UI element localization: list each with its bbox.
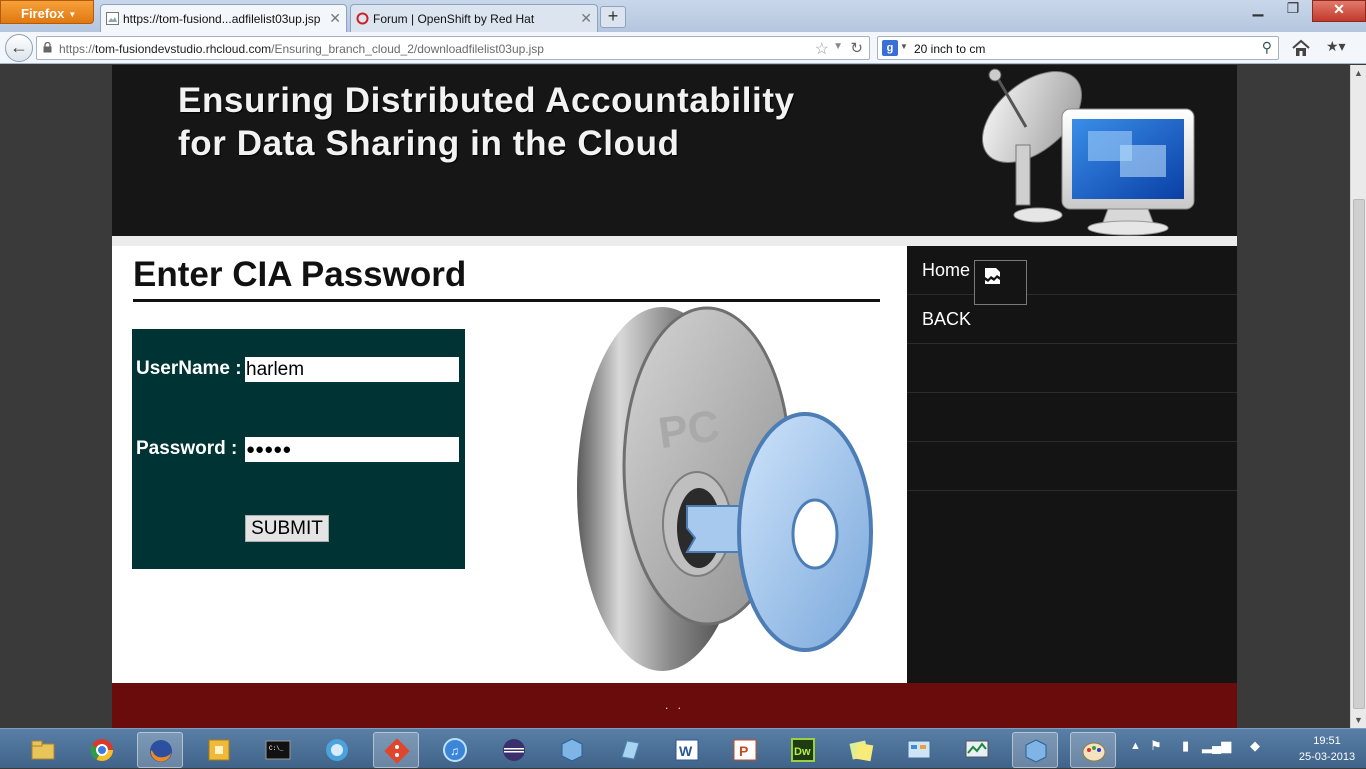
sidebar-item-back[interactable]: BACK	[907, 295, 1237, 344]
task-manager-icon[interactable]	[954, 732, 1000, 768]
dropbox-icon[interactable]: ◆	[1250, 738, 1260, 754]
sidebar-menu: Home BACK	[907, 246, 1237, 683]
paint-icon[interactable]	[1070, 732, 1116, 768]
virtualbox-running-icon[interactable]	[1012, 732, 1058, 768]
password-field[interactable]: ●●●●●	[245, 437, 459, 462]
firefox-menu-label: Firefox	[21, 6, 65, 21]
browser-titlebar: Firefox ▼ https://tom-fusiond...adfilelis…	[0, 0, 1366, 32]
openshift-icon	[356, 12, 369, 25]
chrome-icon[interactable]	[79, 732, 125, 768]
search-bar[interactable]: g ▼ 20 inch to cm ⚲	[877, 36, 1279, 60]
tab-forum[interactable]: Forum | OpenShift by Red Hat ✕	[350, 4, 598, 32]
url-bar[interactable]: https://tom-fusiondevstudio.rhcloud.com/…	[36, 36, 870, 60]
back-button[interactable]: ←	[5, 34, 33, 62]
broken-image-icon	[974, 260, 1027, 305]
vertical-scrollbar[interactable]: ▲ ▼	[1350, 65, 1366, 728]
bookmarks-menu-button[interactable]: ★▾	[1326, 38, 1360, 58]
site-header: Ensuring Distributed Accountability for …	[112, 65, 1237, 236]
navigation-bar: ← https://tom-fusiondevstudio.rhcloud.co…	[0, 32, 1366, 64]
bookmark-star-icon[interactable]: ☆	[815, 39, 829, 59]
maximize-button[interactable]: ❐	[1276, 0, 1310, 22]
username-field[interactable]: harlem	[245, 357, 459, 382]
git-icon[interactable]	[373, 732, 419, 768]
sidebar-item-home[interactable]: Home	[907, 246, 1237, 295]
command-prompt-icon[interactable]: C:\_	[255, 732, 301, 768]
tab-current[interactable]: https://tom-fusiond...adfilelist03up.jsp…	[100, 4, 347, 32]
word-icon[interactable]: W	[664, 732, 710, 768]
sidebar-item-empty[interactable]	[907, 344, 1237, 393]
system-tray: ▲ ⚑ ▮ ▂▄▆ ♪ ◆ 19:51 25-03-2013	[1126, 729, 1366, 769]
site-footer: . .	[112, 683, 1237, 728]
chat-app-icon[interactable]	[314, 732, 360, 768]
volume-icon[interactable]: ♪	[1226, 738, 1233, 753]
search-icon[interactable]: ⚲	[1262, 39, 1272, 56]
page-favicon-icon	[106, 12, 119, 25]
action-center-icon[interactable]: ⚑	[1150, 738, 1162, 754]
powerpoint-icon[interactable]: P	[722, 732, 768, 768]
url-scheme: https://	[59, 42, 96, 56]
main-content: Enter CIA Password UserName : harlem Pas…	[112, 246, 907, 683]
google-icon: g	[882, 40, 898, 56]
eclipse-icon[interactable]	[491, 732, 537, 768]
url-host: tom-fusiondevstudio.rhcloud.com	[95, 42, 272, 56]
clock-date[interactable]: 25-03-2013	[1294, 751, 1360, 763]
battery-icon[interactable]: ▮	[1182, 738, 1189, 754]
itunes-icon[interactable]: ♫	[432, 732, 478, 768]
window-close-button[interactable]: ✕	[1312, 0, 1366, 22]
svg-text:♫: ♫	[450, 744, 459, 758]
scroll-up-icon[interactable]: ▲	[1354, 68, 1363, 78]
lock-icon	[43, 42, 52, 53]
windows-taskbar: C:\_ ♫ W P Dw ▲ ⚑ ▮ ▂▄▆ ♪ ◆ 19:51 25-03-…	[0, 728, 1366, 768]
new-tab-button[interactable]: +	[600, 6, 626, 28]
dreamweaver-icon[interactable]: Dw	[780, 732, 826, 768]
notepad-icon[interactable]	[607, 732, 653, 768]
search-input[interactable]: 20 inch to cm	[914, 42, 985, 56]
puzzle-app-icon[interactable]	[196, 732, 242, 768]
tab-label: https://tom-fusiond...adfilelist03up.jsp	[123, 12, 321, 26]
minimize-button[interactable]: ▁	[1240, 0, 1276, 22]
close-icon[interactable]: ✕	[580, 10, 592, 27]
show-hidden-icons-icon[interactable]: ▲	[1130, 740, 1141, 752]
chevron-down-icon: ▼	[68, 10, 77, 20]
sticky-notes-icon[interactable]	[838, 732, 884, 768]
key-lock-illustration: PC	[577, 306, 873, 671]
reload-icon[interactable]: ↻	[850, 39, 863, 57]
svg-text:Dw: Dw	[794, 746, 811, 758]
password-label: Password :	[136, 438, 238, 459]
site-title-line-2: for Data Sharing in the Cloud	[178, 124, 680, 163]
control-panel-icon[interactable]	[896, 732, 942, 768]
scroll-down-icon[interactable]: ▼	[1354, 715, 1363, 725]
site-title: Ensuring Distributed Accountability for …	[178, 79, 938, 165]
tab-label: Forum | OpenShift by Red Hat	[373, 12, 535, 26]
scrollbar-thumb[interactable]	[1353, 199, 1365, 709]
svg-text:W: W	[679, 743, 693, 759]
web-viewport: Ensuring Distributed Accountability for …	[0, 65, 1350, 728]
history-dropdown-icon[interactable]: ▼	[833, 41, 843, 52]
file-explorer-icon[interactable]	[20, 732, 66, 768]
close-icon[interactable]: ✕	[329, 10, 341, 27]
url-path: /Ensuring_branch_cloud_2/downloadfilelis…	[271, 42, 544, 56]
svg-text:PC: PC	[655, 401, 722, 458]
page-title: Enter CIA Password	[133, 255, 880, 302]
sidebar-item-label: Home	[922, 260, 971, 280]
svg-text:C:\_: C:\_	[269, 745, 284, 752]
sidebar-item-empty[interactable]	[907, 393, 1237, 442]
page-container: Ensuring Distributed Accountability for …	[112, 65, 1237, 728]
virtualbox-icon[interactable]	[549, 732, 595, 768]
clock-time[interactable]: 19:51	[1301, 735, 1353, 747]
username-label: UserName :	[136, 358, 242, 379]
header-divider	[112, 236, 1237, 246]
sidebar-item-label: BACK	[922, 309, 972, 329]
satellite-computer-graphic	[981, 68, 1195, 236]
svg-text:P: P	[739, 743, 748, 759]
search-engine-dropdown-icon[interactable]: ▼	[900, 42, 908, 51]
login-form: UserName : harlem Password : ●●●●● SUBMI…	[132, 329, 465, 569]
firefox-menu-button[interactable]: Firefox ▼	[0, 0, 94, 24]
site-title-line-1: Ensuring Distributed Accountability	[178, 81, 795, 120]
sidebar-item-empty[interactable]	[907, 442, 1237, 491]
firefox-taskbar-icon[interactable]	[137, 732, 183, 768]
submit-button[interactable]: SUBMIT	[245, 515, 329, 542]
home-icon[interactable]	[1291, 38, 1311, 58]
